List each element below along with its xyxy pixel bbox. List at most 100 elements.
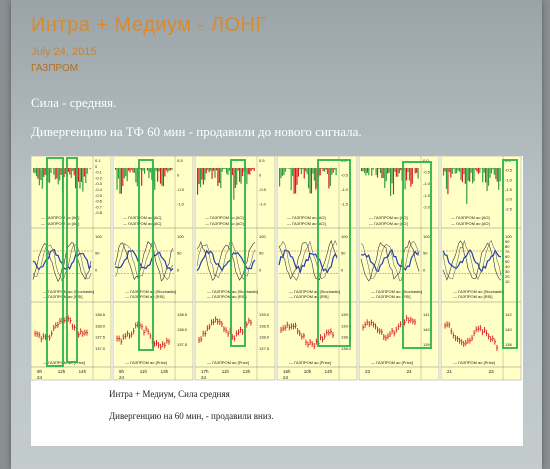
ac-histogram-bar [312, 168, 314, 174]
post-image[interactable]: 0.1 0 -0.1 -0.2 -0.3 -0.4 -0.5 -0.6 -0.7 -0.8— ГА… [31, 156, 523, 446]
ac-histogram-bar [249, 168, 251, 175]
ac-histogram-bar [319, 168, 321, 176]
image-caption-1: Интра + Медиум, Сила средняя [109, 389, 230, 399]
post-date: July 24, 2015 [31, 46, 97, 58]
time-axis-tick: 16h [283, 369, 291, 374]
ac-histogram-bar [43, 168, 45, 177]
ac-histogram-bar [404, 168, 406, 190]
ac-histogram-bar [149, 168, 151, 173]
ac-histogram-bar [378, 168, 380, 169]
ac-axis-tick: -0.2 [95, 175, 103, 180]
ac-axis-tick: 0.5 [177, 158, 183, 163]
time-axis-tick: 21 [447, 369, 453, 374]
ac-histogram-bar [315, 168, 317, 190]
ac-histogram-bar [479, 168, 481, 173]
ac-histogram-bar [405, 168, 408, 181]
osc-axis-tick: 10 [505, 279, 510, 284]
ac-histogram-bar [299, 168, 301, 170]
ac-histogram-bar [197, 168, 199, 195]
price-axis-tick: 138.5 [177, 312, 188, 317]
price-axis-tick: 139 [423, 342, 430, 347]
ac-histogram-bar [309, 168, 311, 194]
ac-legend: — ГАЗПРОМ ао [AO] [205, 221, 244, 226]
ac-histogram-bar [67, 168, 69, 172]
ac-histogram-bar [466, 168, 468, 204]
ac-histogram-bar [132, 168, 134, 173]
ac-histogram-bar [125, 168, 127, 177]
ac-legend: — ГАЗПРОМ ао [AO] [287, 221, 326, 226]
osc-axis-tick: 50 [95, 251, 100, 256]
ac-histogram-bar [408, 168, 411, 181]
ac-histogram-bar [445, 168, 448, 189]
ac-legend: — ГАЗПРОМ ао [AC] [123, 215, 161, 220]
price-axis-tick: 140 [505, 327, 512, 332]
time-axis-tick: 12h [58, 369, 66, 374]
ac-histogram-bar [292, 168, 294, 177]
ac-histogram-bar [334, 168, 336, 170]
post-text-divergence: Дивергенцию на ТФ 60 мин - продавили до … [31, 124, 362, 139]
ac-histogram-bar [119, 168, 121, 194]
ac-axis-tick: -0.5 [177, 187, 185, 192]
ac-axis-tick: -2.0 [423, 204, 431, 209]
rsi-legend: — ГАЗПРОМ ао [RSI] [453, 294, 493, 299]
ac-histogram-bar [57, 168, 59, 185]
ac-histogram-bar [411, 168, 413, 184]
ac-legend: — ГАЗПРОМ ао [AO] [451, 221, 490, 226]
ac-histogram-bar [207, 168, 209, 170]
ac-histogram-bar [390, 168, 392, 197]
ac-histogram-bar [470, 168, 472, 173]
ac-histogram-bar [368, 168, 370, 176]
ac-histogram-bar [490, 168, 493, 174]
ac-histogram-bar [321, 168, 323, 169]
ac-histogram-bar [332, 168, 334, 173]
ac-legend: — ГАЗПРОМ ао [AO] [451, 215, 490, 220]
ac-histogram-bar [33, 168, 35, 173]
ac-histogram-bar [162, 168, 165, 187]
ac-histogram-bar [305, 168, 307, 172]
ac-histogram-bar [128, 168, 130, 171]
ac-histogram-bar [379, 168, 382, 173]
ac-histogram-bar [198, 168, 200, 185]
ac-histogram-bar [226, 168, 228, 174]
rsi-legend: — ГАЗПРОМ ао [RSI] [207, 294, 247, 299]
post-title[interactable]: Интра + Медиум - ЛОНГ [31, 14, 267, 37]
ac-histogram-bar [381, 168, 383, 179]
ac-histogram-bar [397, 168, 399, 177]
ac-histogram-bar [48, 168, 51, 183]
ac-histogram-bar [284, 168, 286, 172]
ac-histogram-bar [322, 168, 324, 171]
ac-histogram-bar [392, 168, 395, 195]
ac-histogram-bar [391, 168, 393, 184]
time-axis-tick: 14h [79, 369, 87, 374]
time-axis-tick: 13h [161, 369, 169, 374]
osc-axis-tick: 50 [259, 251, 264, 256]
ac-histogram-bar [158, 168, 160, 172]
ac-histogram-bar [83, 168, 85, 177]
ac-histogram-bar [473, 168, 475, 182]
time-axis-tick: 17h [201, 369, 209, 374]
ac-histogram-bar [54, 168, 56, 180]
ac-axis-tick: -1.0 [341, 187, 349, 192]
ac-histogram-bar [144, 168, 146, 174]
indicator-charts-screenshot: 0.10-0.1-0.2-0.3-0.4-0.5-0.6-0.7-0.8— ГА… [31, 156, 522, 381]
price-legend: — ГАЗПРОМ ао [Price] [207, 360, 249, 365]
ac-legend: — ГАЗПРОМ ао [AO] [287, 215, 326, 220]
price-legend: — ГАЗПРОМ ао [Price] [453, 360, 495, 365]
post-category[interactable]: ГАЗПРОМ [31, 63, 78, 74]
ac-histogram-bar [165, 168, 167, 171]
ac-histogram-bar [323, 168, 326, 172]
ac-legend: — ГАЗПРОМ ао [AO] [205, 215, 244, 220]
ac-histogram-bar [201, 168, 203, 180]
ac-axis-tick: -1.0 [423, 181, 431, 186]
ac-histogram-bar [227, 168, 229, 175]
ac-histogram-bar [85, 168, 87, 184]
time-axis-tick: 23 [365, 369, 371, 374]
ac-axis-tick: -0.3 [95, 181, 103, 186]
ac-histogram-bar [117, 168, 120, 179]
ac-histogram-bar [59, 168, 61, 181]
ac-histogram-bar [482, 168, 484, 183]
ac-histogram-bar [416, 168, 418, 173]
ac-histogram-bar [461, 168, 464, 183]
ac-histogram-bar [75, 168, 77, 189]
ac-histogram-bar [123, 168, 125, 179]
